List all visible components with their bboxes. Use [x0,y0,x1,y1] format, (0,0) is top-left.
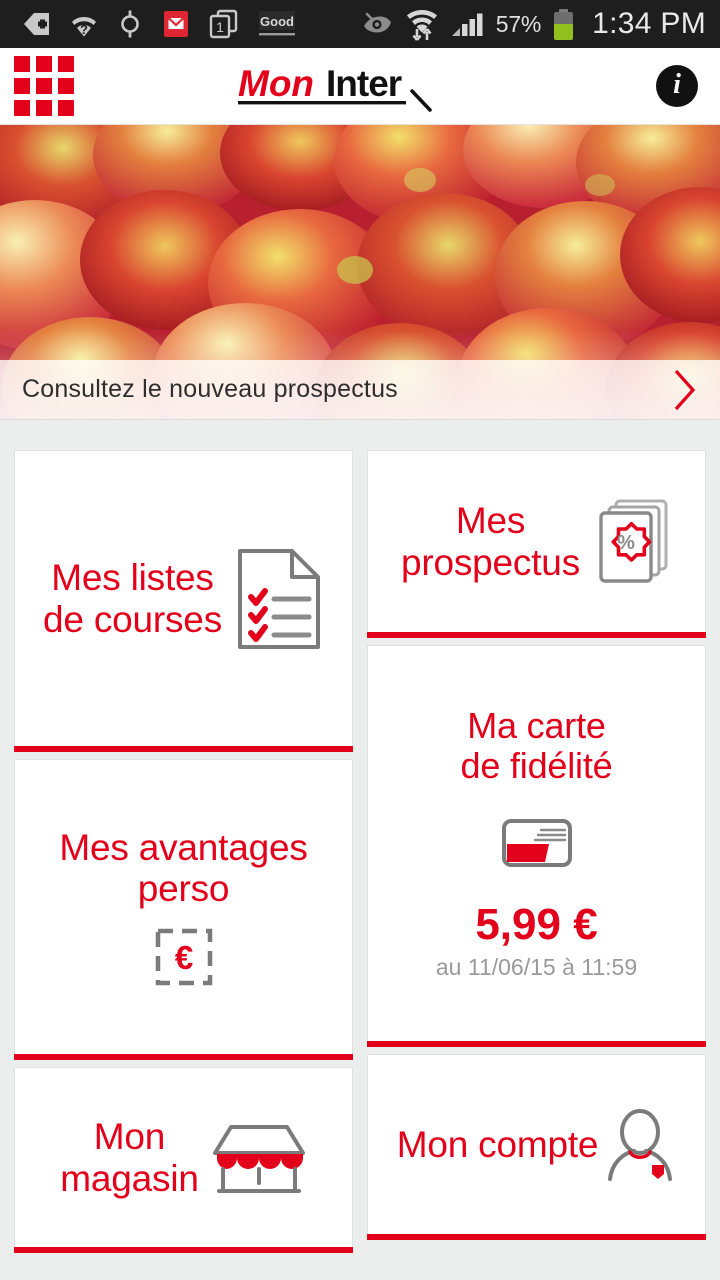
svg-text:Good: Good [260,14,294,29]
plus-badge-icon [24,13,49,35]
smart-stay-eye-icon [363,12,391,33]
tile-mon-compte[interactable]: Mon compte [367,1054,706,1240]
svg-text:%: % [617,532,635,554]
gps-crosshair-icon [121,10,139,38]
hero-banner[interactable]: Consultez le nouveau prospectus [0,125,720,420]
wifi-data-icon [406,10,437,41]
logo-text-mon: Mon [238,63,314,104]
tile-label-line2: prospectus [401,541,580,583]
logo-text-inter: Inter [326,63,402,104]
wifi-question-icon: ? [72,17,96,37]
leaflets-percent-icon: % [599,499,668,583]
hero-caption-bar[interactable]: Consultez le nouveau prospectus [0,360,720,420]
battery-percent-label: 57% [495,10,542,37]
tile-mes-avantages-perso[interactable]: Mes avantages perso € [14,759,353,1060]
loyalty-card-icon [501,819,572,868]
tile-label-line2: perso [137,868,230,909]
tile-label-line1: Mes listes [51,557,214,599]
tile-label-line1: Mon [93,1116,166,1158]
tile-mon-magasin[interactable]: Mon magasin [14,1067,353,1253]
document-checklist-icon [238,548,320,649]
svg-text:1: 1 [216,19,224,35]
svg-text:?: ? [80,22,88,37]
app-header: Mon Inter i [0,48,720,125]
tile-label-line2: de courses [43,598,222,640]
info-icon[interactable]: i [656,65,698,107]
tile-ma-carte-de-fidelite[interactable]: Ma carte de fidélité 5,99 € au 11/06/15 … [367,645,706,1047]
hero-caption-text: Consultez le nouveau prospectus [22,375,398,403]
status-bar: ? 1 Good 57% 1:34 PM [0,0,720,48]
app-logo: Mon Inter [238,63,432,112]
cellular-signal-icon [451,13,483,36]
tile-label-line1: Mes [455,500,526,542]
user-account-icon [608,1108,673,1181]
tile-column-right: Mes prospectus % Ma carte de fidélité 5,… [367,450,706,1280]
tile-column-left: Mes listes de courses Mes avantages pers… [14,450,353,1280]
coupon-euro-icon: € [155,929,212,986]
tile-label-line2: magasin [60,1157,199,1199]
status-bar-right-icons: 57% 1:34 PM [361,7,706,41]
loyalty-amount: 5,99 € [475,900,598,950]
mail-icon [164,11,188,37]
battery-icon [554,8,574,40]
grid-menu-icon[interactable] [14,56,74,116]
dashboard-tile-grid: Mes listes de courses Mes avantages pers… [0,440,720,1280]
storefront-icon [212,1124,305,1193]
status-bar-left-icons: ? 1 Good [22,8,296,40]
tile-mes-prospectus[interactable]: Mes prospectus % [367,450,706,638]
svg-text:€: € [174,939,192,976]
tile-label-line2: de fidélité [460,745,613,786]
info-glyph: i [673,69,681,100]
tile-label-line1: Mes avantages [59,826,308,868]
chevron-right-icon[interactable] [672,368,698,412]
loyalty-amount-note: au 11/06/15 à 11:59 [435,954,638,981]
tasks-stack-icon: 1 [209,9,238,39]
status-bar-clock: 1:34 PM [592,7,706,40]
tile-label-line1: Mon compte [396,1123,599,1165]
good-app-icon: Good [259,11,295,36]
tile-mes-listes-de-courses[interactable]: Mes listes de courses [14,450,353,752]
tile-label-line1: Ma carte [467,704,606,746]
